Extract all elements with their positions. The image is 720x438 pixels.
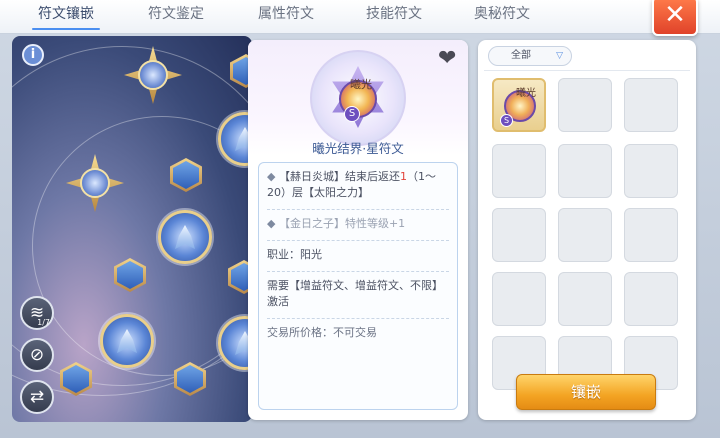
job-line: 职业：阳光 [267, 248, 322, 261]
rune-name: 曦光结界·星符文 [312, 141, 404, 156]
rune-node-star[interactable] [124, 46, 182, 104]
embed-button[interactable]: 镶嵌 [516, 374, 656, 410]
inventory-slot[interactable] [624, 208, 678, 262]
filter-dropdown[interactable]: 全部 ▽ [488, 46, 572, 66]
preset-count: 1/7 [37, 318, 50, 327]
inventory-slot[interactable] [624, 78, 678, 132]
inventory-slot[interactable] [558, 272, 612, 326]
rune-node-round[interactable] [158, 210, 212, 264]
effect-line-2: ◆ 【金日之子】特性等级+1 [267, 216, 449, 236]
slot-label: 曦光 [516, 88, 536, 99]
inventory-slot[interactable] [624, 144, 678, 198]
diamond-bullet-icon: ◆ [267, 217, 276, 230]
inventory-slot[interactable] [558, 208, 612, 262]
inventory-slot[interactable] [492, 144, 546, 198]
tab-arcane-rune[interactable]: 奥秘符文 [454, 0, 550, 32]
prohibit-icon: ⊘ [29, 345, 45, 365]
divider [267, 271, 449, 272]
rune-inventory-panel: 全部 ▽ 曦光 S 镶嵌 [478, 40, 696, 420]
star-core [138, 60, 168, 90]
effect-line-1: ◆ 【赫日炎城】结束后返还1（1～20）层【太阳之力】 [267, 169, 449, 205]
tab-rune-inlay[interactable]: 符文镶嵌 [18, 0, 114, 32]
effect-text-pre: 【赫日炎城】结束后返还 [278, 170, 400, 183]
tab-rune-appraisal[interactable]: 符文鉴定 [128, 0, 224, 32]
rune-node-star[interactable] [66, 154, 124, 212]
trade-price-line: 交易所价格：不可交易 [267, 326, 377, 339]
preset-button[interactable]: ≋ 1/7 [20, 296, 54, 330]
rune-node-round[interactable] [100, 314, 154, 368]
close-button[interactable]: ✕ [652, 0, 698, 36]
divider [267, 209, 449, 210]
seal-icon: S [500, 114, 513, 127]
info-button[interactable]: i [22, 44, 44, 66]
inventory-slot-selected[interactable]: 曦光 S [492, 78, 546, 132]
tab-attribute-rune[interactable]: 属性符文 [238, 0, 334, 32]
info-icon: i [30, 47, 36, 62]
rune-art-label: 曦光 [350, 78, 372, 91]
divider [267, 318, 449, 319]
divider [267, 240, 449, 241]
divider [484, 70, 690, 71]
rune-detail-card: ❤ 曦光 S 曦光结界·星符文 ◆ 【赫日炎城】结束后返还1（1～20）层【太阳… [248, 40, 468, 420]
filter-label: 全部 [511, 50, 531, 61]
star-core [80, 168, 110, 198]
requirement-line: 需要【增益符文、增益符文、不限】激活 [267, 279, 443, 308]
effect-text-highlight: 1 [399, 170, 407, 183]
inventory-slot[interactable] [558, 78, 612, 132]
close-icon: ✕ [664, 0, 686, 30]
chevron-down-icon: ▽ [556, 51, 563, 61]
flame-icon [175, 225, 195, 249]
heart-icon[interactable]: ❤ [438, 48, 456, 70]
flame-icon [117, 329, 137, 353]
inventory-slot[interactable] [492, 272, 546, 326]
tab-skill-rune[interactable]: 技能符文 [346, 0, 442, 32]
swap-icon: ⇄ [29, 387, 45, 407]
inventory-slot[interactable] [558, 144, 612, 198]
seal-icon: S [344, 106, 360, 122]
swap-button[interactable]: ⇄ [20, 380, 54, 414]
side-toolbar: ≋ 1/7 ⊘ ⇄ [20, 296, 56, 422]
tab-bar: 符文镶嵌 符文鉴定 属性符文 技能符文 奥秘符文 [0, 0, 720, 34]
effect-text: 【金日之子】特性等级+1 [278, 217, 406, 230]
inventory-slot[interactable] [492, 208, 546, 262]
unequip-button[interactable]: ⊘ [20, 338, 54, 372]
rune-description: ◆ 【赫日炎城】结束后返还1（1～20）层【太阳之力】 ◆ 【金日之子】特性等级… [258, 162, 458, 410]
inventory-slot[interactable] [624, 272, 678, 326]
diamond-bullet-icon: ◆ [267, 170, 276, 183]
rune-art: 曦光 S [306, 48, 410, 148]
